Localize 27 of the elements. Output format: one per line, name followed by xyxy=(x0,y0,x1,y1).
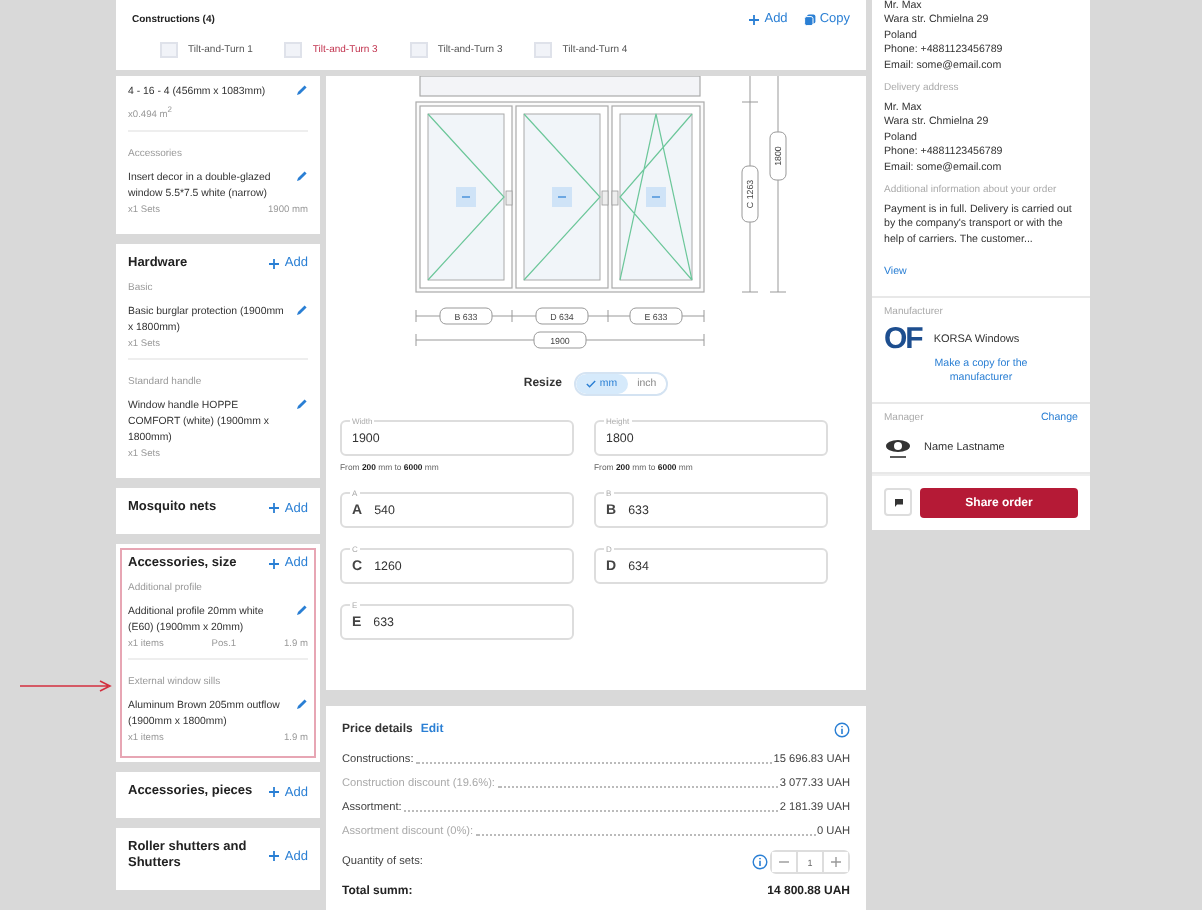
plus-icon xyxy=(748,13,761,25)
plus-icon xyxy=(268,502,281,515)
plus-icon xyxy=(830,856,842,868)
annotation-arrow xyxy=(20,678,112,694)
info-icon[interactable] xyxy=(834,722,850,738)
comment-button[interactable] xyxy=(884,488,912,517)
plus-icon xyxy=(268,786,281,799)
window-thumbnail-icon xyxy=(284,42,303,58)
check-icon xyxy=(585,380,596,388)
edit-icon[interactable] xyxy=(296,304,308,317)
edit-icon[interactable] xyxy=(296,698,308,711)
info-icon[interactable] xyxy=(752,854,768,870)
edit-icon[interactable] xyxy=(296,169,308,182)
plus-icon xyxy=(268,850,281,863)
comment-icon xyxy=(893,497,903,508)
copy-icon xyxy=(803,13,816,25)
edit-icon[interactable] xyxy=(296,84,308,96)
window-thumbnail-icon xyxy=(409,42,428,58)
plus-icon xyxy=(268,257,281,270)
edit-icon[interactable] xyxy=(296,398,308,411)
minus-icon xyxy=(778,856,790,868)
plus-icon xyxy=(268,557,281,570)
window-thumbnail-icon xyxy=(160,42,178,58)
manufacturer-logo: OF xyxy=(884,326,922,355)
manager-avatar-icon xyxy=(884,436,912,461)
window-thumbnail-icon xyxy=(534,42,553,58)
edit-icon[interactable] xyxy=(296,604,308,617)
